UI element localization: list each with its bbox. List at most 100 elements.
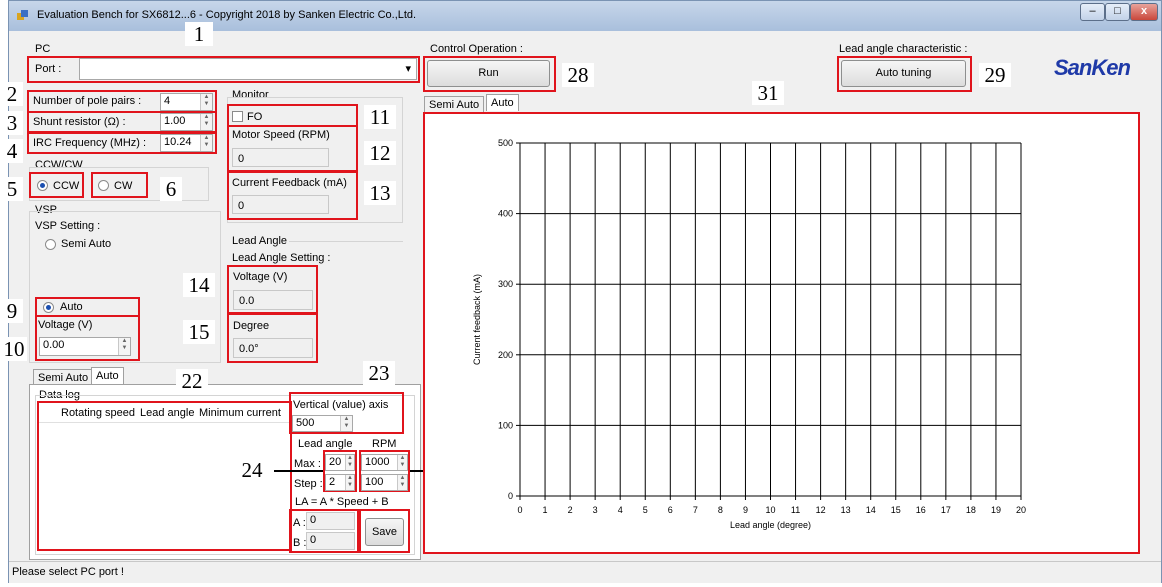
tab-auto-chart[interactable]: Auto bbox=[486, 94, 519, 111]
current-feedback-value: 0 bbox=[232, 195, 329, 214]
spinner-arrows-icon[interactable]: ▲ ▼ bbox=[200, 94, 212, 110]
annotation-box-1 bbox=[27, 56, 420, 83]
x-tick-label: 3 bbox=[593, 505, 598, 515]
motor-speed-value: 0 bbox=[232, 148, 329, 167]
title-bar: Evaluation Bench for SX6812...6 - Copyri… bbox=[9, 1, 1161, 31]
lead-step-input[interactable]: 2 ▲ ▼ bbox=[325, 474, 355, 491]
lead-max-input[interactable]: 20 ▲ ▼ bbox=[325, 454, 355, 471]
sanken-logo: SanKen bbox=[1054, 55, 1131, 80]
vertical-axis-value: 500 bbox=[296, 417, 315, 429]
status-text: Please select PC port ! bbox=[12, 566, 124, 578]
irc-label: IRC Frequency (MHz) : bbox=[33, 137, 147, 149]
spinner-arrows-icon[interactable]: ▲ ▼ bbox=[340, 416, 352, 431]
y-tick-label: 0 bbox=[508, 491, 513, 501]
vertical-axis-input[interactable]: 500 ▲ ▼ bbox=[292, 415, 353, 432]
rpm-step-value: 100 bbox=[365, 476, 384, 488]
spinner-arrows-icon[interactable]: ▲ ▼ bbox=[345, 475, 354, 490]
control-operation-label: Control Operation : bbox=[430, 43, 523, 55]
ccw-radio[interactable] bbox=[37, 180, 48, 191]
annotation-number-4: 4 bbox=[1, 139, 23, 163]
fo-checkbox[interactable] bbox=[232, 111, 243, 122]
x-tick-label: 5 bbox=[643, 505, 648, 515]
rpm-step-input[interactable]: 100 ▲ ▼ bbox=[361, 474, 408, 491]
degree-label: Degree bbox=[233, 320, 270, 332]
run-button[interactable]: Run bbox=[427, 60, 550, 87]
y-tick-label: 300 bbox=[498, 279, 513, 289]
pc-group-label: PC bbox=[35, 43, 51, 55]
annotation-number-15: 15 bbox=[183, 320, 215, 344]
lead-angle-setting-label: Lead Angle Setting : bbox=[232, 252, 331, 264]
x-tick-label: 0 bbox=[517, 505, 522, 515]
x-tick-label: 18 bbox=[966, 505, 976, 515]
irc-value: 10.24 bbox=[164, 136, 192, 148]
shunt-label: Shunt resistor (Ω) : bbox=[33, 116, 126, 128]
lead-step-value: 2 bbox=[329, 476, 336, 488]
cw-radio[interactable] bbox=[98, 180, 109, 191]
tab-semi-auto-chart[interactable]: Semi Auto bbox=[424, 96, 485, 113]
step-label: Step : bbox=[294, 478, 323, 490]
x-tick-label: 17 bbox=[941, 505, 951, 515]
annotation-number-3: 3 bbox=[1, 111, 23, 135]
spinner-arrows-icon[interactable]: ▲ ▼ bbox=[118, 338, 130, 355]
spinner-arrows-icon[interactable]: ▲ ▼ bbox=[200, 135, 212, 151]
cw-label: CW bbox=[114, 180, 133, 192]
maximize-button[interactable]: □ bbox=[1105, 3, 1130, 21]
annotation-number-29: 29 bbox=[979, 63, 1011, 87]
column-lead-angle: Lead angle bbox=[140, 407, 195, 419]
fo-label: FO bbox=[247, 111, 263, 123]
auto-tuning-button[interactable]: Auto tuning bbox=[841, 60, 966, 87]
lead-angle-group-label: Lead Angle bbox=[232, 235, 288, 247]
close-button[interactable]: x bbox=[1130, 3, 1158, 21]
pole-pairs-value: 4 bbox=[164, 95, 171, 107]
max-label: Max : bbox=[294, 458, 321, 470]
current-feedback-label: Current Feedback (mA) bbox=[232, 177, 347, 189]
formula-label: LA = A * Speed + B bbox=[295, 496, 389, 508]
vsp-auto-label: Auto bbox=[60, 301, 83, 313]
x-tick-label: 15 bbox=[891, 505, 901, 515]
vsp-auto-radio[interactable] bbox=[43, 302, 54, 313]
x-tick-label: 14 bbox=[866, 505, 876, 515]
pole-pairs-input[interactable]: 4 ▲ ▼ bbox=[160, 93, 213, 111]
x-tick-label: 9 bbox=[743, 505, 748, 515]
ccw-label: CCW bbox=[53, 180, 80, 192]
vsp-setting-label: VSP Setting : bbox=[35, 220, 101, 232]
b-label: B : bbox=[293, 537, 307, 549]
annotation-number-22: 22 bbox=[176, 369, 208, 393]
annotation-number-14: 14 bbox=[183, 273, 215, 297]
shunt-input[interactable]: 1.00 ▲ ▼ bbox=[160, 113, 213, 131]
app-window: Evaluation Bench for SX6812...6 - Copyri… bbox=[1, 0, 1162, 587]
spinner-arrows-icon[interactable]: ▲ ▼ bbox=[345, 455, 354, 470]
tab-auto-lower[interactable]: Auto bbox=[91, 367, 124, 384]
annotation-number-23: 23 bbox=[363, 361, 395, 385]
annotation-number-2: 2 bbox=[1, 82, 23, 106]
irc-input[interactable]: 10.24 ▲ ▼ bbox=[160, 134, 213, 152]
y-tick-label: 200 bbox=[498, 350, 513, 360]
x-tick-label: 20 bbox=[1016, 505, 1026, 515]
pole-pairs-label: Number of pole pairs : bbox=[33, 95, 142, 107]
vsp-semi-auto-radio[interactable] bbox=[45, 239, 56, 250]
vsp-voltage-input[interactable]: 0.00 ▲ ▼ bbox=[39, 337, 131, 356]
vertical-axis-label: Vertical (value) axis bbox=[293, 399, 389, 411]
x-tick-label: 13 bbox=[841, 505, 851, 515]
x-tick-label: 1 bbox=[543, 505, 548, 515]
x-tick-label: 4 bbox=[618, 505, 623, 515]
annotation-number-11: 11 bbox=[364, 105, 396, 129]
lead-angle-chart: 0 1 2 3 4 5 6 7 8 9 10 11 12 13 14 15 16 17 18 19 2001002003… bbox=[472, 138, 1026, 530]
save-button[interactable]: Save bbox=[365, 518, 404, 546]
shunt-value: 1.00 bbox=[164, 115, 186, 127]
x-tick-label: 6 bbox=[668, 505, 673, 515]
annotation-number-9: 9 bbox=[1, 299, 23, 323]
motor-speed-label: Motor Speed (RPM) bbox=[232, 129, 330, 141]
minimize-button[interactable]: – bbox=[1080, 3, 1105, 21]
window-title: Evaluation Bench for SX6812...6 - Copyri… bbox=[37, 9, 417, 21]
x-axis-title: Lead angle (degree) bbox=[730, 520, 811, 530]
annotation-number-6: 6 bbox=[160, 177, 182, 201]
y-tick-label: 100 bbox=[498, 420, 513, 430]
spinner-arrows-icon[interactable]: ▲ ▼ bbox=[397, 475, 407, 490]
x-tick-label: 7 bbox=[693, 505, 698, 515]
annotation-number-13: 13 bbox=[364, 181, 396, 205]
spinner-arrows-icon[interactable]: ▲ ▼ bbox=[397, 455, 407, 470]
spinner-arrows-icon[interactable]: ▲ ▼ bbox=[200, 114, 212, 130]
rpm-max-input[interactable]: 1000 ▲ ▼ bbox=[361, 454, 408, 471]
lead-angle-header: Lead angle bbox=[298, 438, 353, 450]
